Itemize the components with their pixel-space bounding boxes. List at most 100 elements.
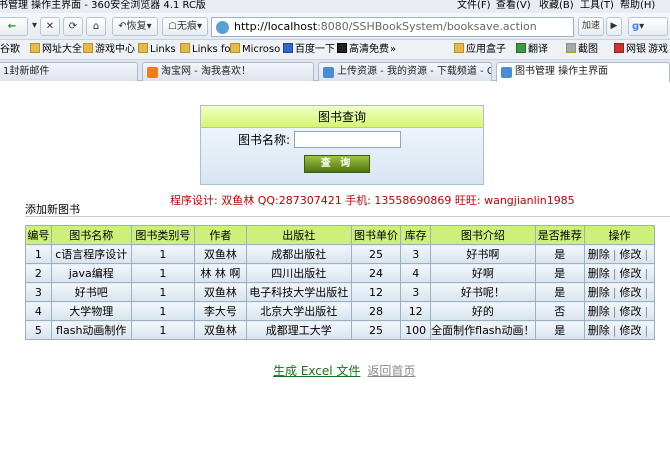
bookmark-game-center[interactable]: 游戏中心: [83, 40, 135, 59]
bookmark-baidu[interactable]: 百度一下: [283, 40, 335, 59]
tab-mail[interactable]: 1封新邮件: [0, 62, 138, 81]
bank-icon: [614, 43, 624, 53]
add-book-link[interactable]: 添加新图书: [25, 201, 80, 217]
cell-id: 1: [25, 244, 52, 264]
cell-title: c语言程序设计: [50, 244, 132, 264]
delete-link[interactable]: 删除: [588, 267, 610, 280]
cell-stock: 3: [400, 282, 432, 302]
edit-link[interactable]: 修改: [620, 324, 642, 337]
action-separator: |: [644, 305, 649, 318]
refresh-button[interactable]: ⟳: [63, 17, 83, 36]
accelerate-button[interactable]: 加速: [578, 17, 604, 36]
cell-author: 双鱼林: [193, 244, 247, 264]
traceless-label: 无痕: [176, 21, 197, 32]
url-host: http://localhost: [234, 20, 318, 33]
cell-category: 1: [130, 320, 195, 340]
cell-title: java编程: [50, 263, 132, 283]
back-button[interactable]: ←: [0, 17, 28, 36]
cell-actions: 删除 | 修改 |: [584, 282, 655, 302]
refresh-icon: ⟳: [68, 21, 78, 32]
menu-file[interactable]: 文件(F): [457, 0, 491, 12]
bookmark-games[interactable]: 游戏: [648, 40, 668, 59]
restore-icon: ↶: [118, 21, 127, 32]
bookmark-app-box[interactable]: 应用盒子: [454, 40, 506, 59]
menu-help[interactable]: 帮助(H): [620, 0, 655, 12]
app-box-icon: [454, 43, 464, 53]
baidu-icon: [283, 43, 293, 53]
menu-favorites[interactable]: 收藏(B): [539, 0, 574, 12]
cell-recommended: 是: [534, 244, 586, 264]
bookmark-links-for[interactable]: Links fo: [180, 40, 231, 59]
column-header-title: 图书名称: [50, 225, 132, 245]
traceless-button[interactable]: ☖无痕▾: [162, 17, 208, 36]
cell-description: 好书啊: [430, 244, 536, 264]
cell-description: 好书呢！: [430, 282, 536, 302]
bookmark-url-directory[interactable]: 网址大全: [30, 40, 82, 59]
bookmark-online-bank[interactable]: 网银: [614, 40, 646, 59]
column-header-id: 编号: [25, 225, 52, 245]
cell-recommended: 是: [534, 263, 586, 283]
edit-link[interactable]: 修改: [620, 286, 642, 299]
restore-label: 恢复: [126, 21, 147, 32]
search-panel-title: 图书查询: [201, 106, 483, 128]
url-path: :8080/SSHBookSystem/booksave.action: [317, 20, 537, 33]
tab-book-management[interactable]: 图书管理 操作主界面: [496, 62, 670, 82]
folder-icon: [180, 43, 190, 53]
cell-actions: 删除 | 修改 |: [584, 301, 655, 321]
action-separator: |: [644, 324, 649, 337]
edit-link[interactable]: 修改: [620, 305, 642, 318]
bookmark-screenshot[interactable]: 截图: [566, 40, 598, 59]
book-table: 编号 图书名称 图书类别号 作者 出版社 图书单价 库存 图书介绍 是否推荐 操…: [25, 225, 655, 340]
incognito-icon: ☖: [168, 21, 177, 32]
cell-id: 4: [25, 301, 52, 321]
cell-price: 28: [350, 301, 402, 321]
restore-button[interactable]: ↶恢复▾: [112, 17, 158, 36]
go-button[interactable]: ▶: [606, 17, 622, 36]
cell-price: 12: [350, 282, 402, 302]
tab-taobao[interactable]: 淘宝网 - 淘我喜欢！: [142, 62, 314, 81]
table-row: 2 java编程 1 林 林 啊 四川出版社 24 4 好啊 是 删除 | 修改 |: [25, 263, 655, 283]
home-button[interactable]: ⌂: [86, 17, 106, 36]
delete-link[interactable]: 删除: [588, 248, 610, 261]
delete-link[interactable]: 删除: [588, 286, 610, 299]
forward-dropdown-icon[interactable]: ▾: [31, 17, 38, 36]
export-excel-link[interactable]: 生成 Excel 文件: [273, 364, 360, 378]
table-row: 1 c语言程序设计 1 双鱼林 成都出版社 25 3 好书啊 是 删除 | 修改 |: [25, 244, 655, 264]
menu-tools[interactable]: 工具(T): [580, 0, 614, 12]
home-icon: ⌂: [92, 21, 100, 32]
chevron-down-icon: ▾: [146, 21, 152, 32]
window-title: 书管理 操作主界面 - 360安全浏览器 4.1 RC版: [0, 0, 206, 11]
cell-title: 好书吧: [50, 282, 132, 302]
column-header-category: 图书类别号: [130, 225, 195, 245]
edit-link[interactable]: 修改: [620, 267, 642, 280]
bookmark-links[interactable]: Links: [138, 40, 176, 59]
column-header-recommended: 是否推荐: [534, 225, 586, 245]
cell-author: 双鱼林: [193, 282, 247, 302]
address-bar[interactable]: http://localhost:8080/SSHBookSystem/book…: [211, 17, 574, 37]
cell-category: 1: [130, 282, 195, 302]
action-separator: |: [612, 305, 617, 318]
menu-view[interactable]: 查看(V): [496, 0, 531, 12]
search-button[interactable]: 查 询: [304, 155, 370, 173]
game-icon: [83, 43, 93, 53]
book-name-input[interactable]: [294, 131, 401, 148]
close-icon: ✕: [45, 21, 55, 32]
back-home-link[interactable]: 返回首页: [367, 364, 415, 378]
cell-recommended: 是: [534, 320, 586, 340]
stop-button[interactable]: ✕: [40, 17, 60, 36]
bookmark-google[interactable]: 谷歌: [0, 40, 20, 59]
delete-link[interactable]: 删除: [588, 305, 610, 318]
cell-publisher: 四川出版社: [245, 263, 352, 283]
edit-link[interactable]: 修改: [620, 248, 642, 261]
bookmark-microsoft[interactable]: Microso: [230, 40, 280, 59]
delete-link[interactable]: 删除: [588, 324, 610, 337]
tab-upload-resource[interactable]: 上传资源 - 我的资源 - 下载频道 - C...: [318, 62, 492, 81]
bookmark-translate[interactable]: 翻译: [516, 40, 548, 59]
folder-icon: [30, 43, 40, 53]
bookmark-more-chevron[interactable]: »: [390, 40, 396, 59]
chevron-down-icon: ▾: [639, 21, 645, 32]
bookmark-hd-free[interactable]: 高清免费: [337, 40, 389, 59]
cell-actions: 删除 | 修改 |: [584, 244, 655, 264]
cell-title: 大学物理: [50, 301, 132, 321]
search-engine-box[interactable]: g▾: [628, 17, 668, 36]
